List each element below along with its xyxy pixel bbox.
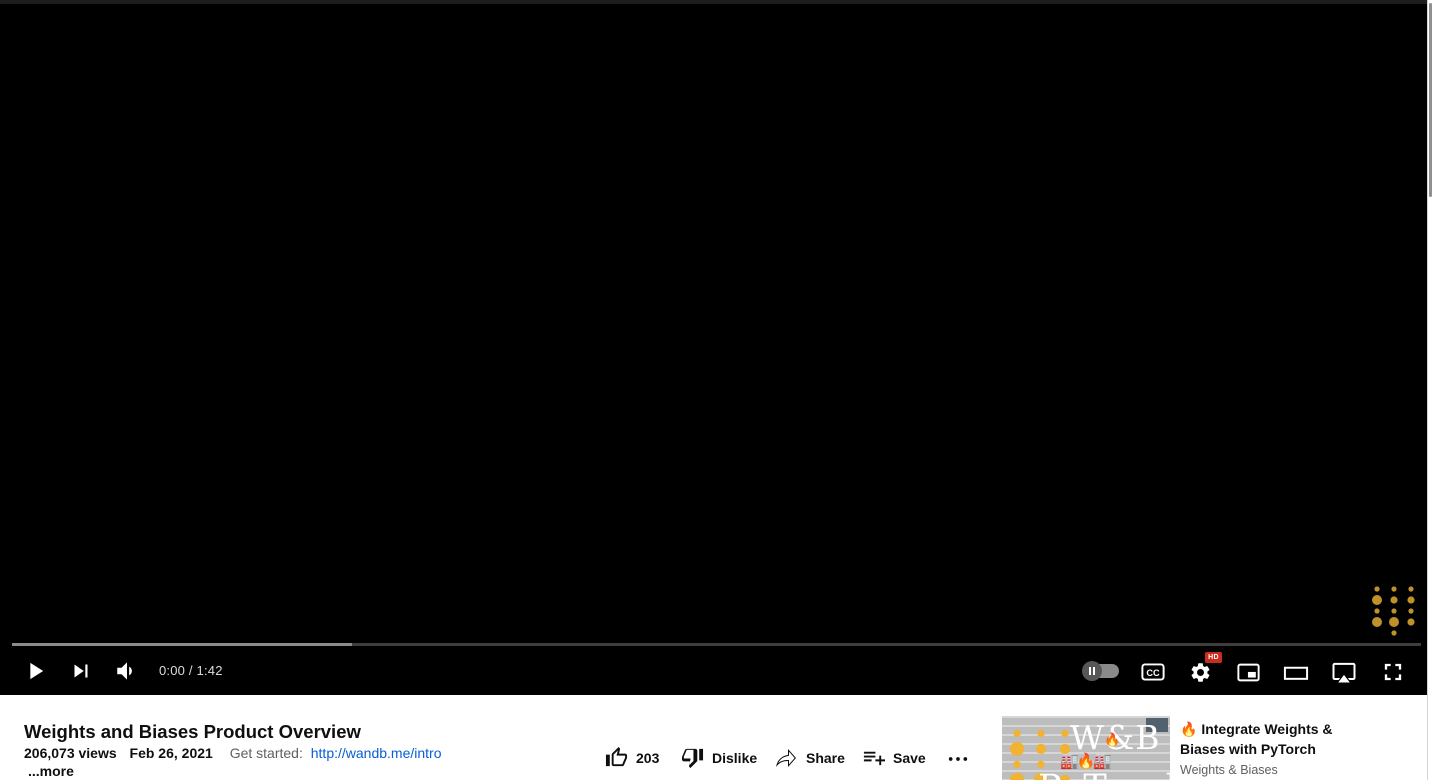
- volume-button[interactable]: [114, 658, 140, 684]
- description-snippet: Get started:: [230, 745, 303, 761]
- video-title: Weights and Biases Product Overview: [24, 721, 361, 743]
- more-icon: [947, 752, 969, 766]
- like-icon: [605, 746, 628, 769]
- player-top-edge: [0, 0, 1428, 4]
- save-label: Save: [893, 750, 926, 766]
- related-video-channel[interactable]: Weights & Biases: [1180, 763, 1278, 777]
- progress-bar[interactable]: [12, 643, 1421, 646]
- buffered-progress: [12, 643, 352, 646]
- cc-label: CC: [1146, 668, 1160, 678]
- settings-button[interactable]: [1189, 661, 1212, 684]
- dislike-label: Dislike: [712, 750, 757, 766]
- like-count: 203: [636, 750, 659, 766]
- share-label: Share: [806, 750, 845, 766]
- hd-quality-badge: HD: [1205, 652, 1222, 663]
- upload-date: Feb 26, 2021: [130, 745, 213, 761]
- view-count: 206,073 views: [24, 745, 117, 761]
- fullscreen-button[interactable]: [1379, 658, 1407, 686]
- share-button[interactable]: Share: [774, 746, 845, 770]
- autoplay-toggle[interactable]: [1085, 664, 1119, 678]
- volume-icon: [114, 658, 140, 684]
- fire-emoji: 🔥: [1104, 732, 1120, 748]
- dislike-button[interactable]: Dislike: [681, 746, 757, 769]
- play-button[interactable]: [21, 657, 49, 685]
- more-actions-button[interactable]: [947, 752, 969, 766]
- fullscreen-icon: [1379, 658, 1407, 686]
- description-link[interactable]: http://wandb.me/intro: [311, 745, 442, 761]
- next-button[interactable]: [68, 658, 94, 684]
- save-button[interactable]: Save: [862, 746, 926, 769]
- subtitles-button[interactable]: CC: [1140, 659, 1166, 685]
- play-icon: [21, 657, 49, 685]
- cast-button[interactable]: [1330, 658, 1358, 686]
- miniplayer-icon: [1235, 659, 1262, 686]
- cast-icon: [1330, 658, 1358, 686]
- related-video-thumbnail[interactable]: W&B 🔥 🏭🔥🏭 PyTorch: [1002, 716, 1170, 780]
- video-stats: 206,073 views Feb 26, 2021 Get started: …: [24, 745, 442, 761]
- related-video-title[interactable]: 🔥 Integrate Weights & Biases with PyTorc…: [1180, 719, 1380, 759]
- share-icon: [774, 746, 798, 770]
- theater-icon: [1282, 659, 1310, 687]
- save-icon: [862, 746, 885, 769]
- wandb-watermark-logo: [1372, 583, 1416, 637]
- miniplayer-button[interactable]: [1235, 659, 1262, 686]
- like-button[interactable]: 203: [605, 746, 659, 769]
- dislike-icon: [681, 746, 704, 769]
- youtube-watch-page: 0:00 / 1:42 CC HD: [0, 0, 1434, 780]
- autoplay-toggle-icon: [1082, 661, 1102, 681]
- time-display: 0:00 / 1:42: [159, 663, 223, 678]
- thumbnail-pytorch-text: PyTorch: [1038, 768, 1170, 780]
- page-scrollbar[interactable]: [1427, 0, 1434, 780]
- settings-icon: [1189, 661, 1212, 684]
- subtitles-icon: CC: [1140, 659, 1166, 685]
- theater-mode-button[interactable]: [1282, 659, 1310, 687]
- scrollbar-thumb[interactable]: [1429, 3, 1432, 197]
- video-player[interactable]: 0:00 / 1:42 CC HD: [0, 0, 1428, 695]
- next-icon: [68, 658, 94, 684]
- show-more-button[interactable]: ...more: [28, 763, 74, 779]
